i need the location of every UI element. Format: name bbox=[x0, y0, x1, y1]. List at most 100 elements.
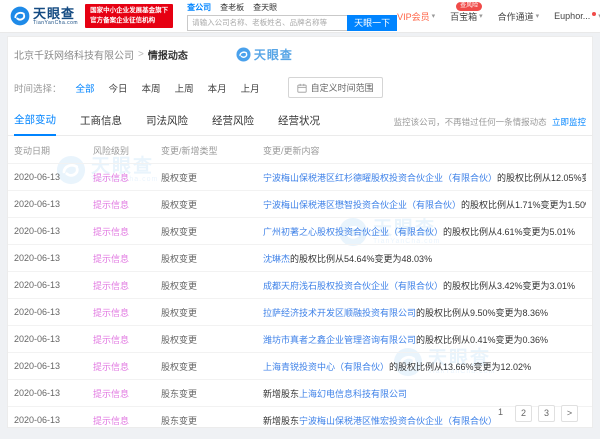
nav-account-label: Euphor... bbox=[554, 11, 590, 21]
time-filter-bar: 时间选择： 全部 今日 本周 上周 本月 上月 自定义时间范围 bbox=[8, 68, 592, 108]
row-date: 2020-06-13 bbox=[14, 199, 93, 209]
search-button[interactable]: 天眼一下 bbox=[347, 15, 397, 31]
filter-option-this-week[interactable]: 本周 bbox=[142, 81, 161, 95]
company-link[interactable]: 宁波梅山保税港区懋智投资合伙企业（有限合伙） bbox=[263, 200, 461, 210]
row-change-content: 成都天府浅石股权投资合伙企业（有限合伙）的股权比例从3.42%变更为3.01% bbox=[263, 279, 586, 292]
content-card: 天眼查TianYanCha.com 天眼查TianYanCha.com 天眼查T… bbox=[7, 36, 593, 428]
time-filter-label: 时间选择： bbox=[14, 81, 62, 95]
company-link[interactable]: 拉萨经济技术开发区顺融投资有限公司 bbox=[263, 308, 416, 318]
row-date: 2020-06-13 bbox=[14, 388, 93, 398]
nav-cooperation-label: 合作通道 bbox=[498, 10, 534, 23]
top-header: 天眼查 TianYanCha.com 国家中小企业发展基金旗下 官方备案企业征信… bbox=[0, 0, 600, 33]
nav-toolbox[interactable]: 查风险 百宝箱 ▾ bbox=[450, 10, 483, 23]
pagination-page-3[interactable]: 3 bbox=[538, 405, 555, 422]
tab-judicial-risk[interactable]: 司法风险 bbox=[146, 109, 188, 135]
table-row: 2020-06-13提示信息股权变更广州初著之心股权投资合伙企业（有限合伙）的股… bbox=[8, 217, 592, 244]
nav-vip-label: VIP会员 bbox=[397, 10, 430, 23]
table-row: 2020-06-13提示信息股权变更宁波梅山保税港区红杉德曜股权投资合伙企业（有… bbox=[8, 163, 592, 190]
search-tab-tianyan[interactable]: 查天眼 bbox=[253, 2, 277, 13]
tab-operation-status[interactable]: 经营状况 bbox=[278, 109, 320, 135]
chevron-down-icon: ▾ bbox=[479, 12, 483, 20]
gov-badge: 国家中小企业发展基金旗下 官方备案企业征信机构 bbox=[85, 4, 173, 28]
company-link[interactable]: 沈琳杰 bbox=[263, 254, 290, 264]
filter-option-this-month[interactable]: 本月 bbox=[208, 81, 227, 95]
row-date: 2020-06-13 bbox=[14, 172, 93, 182]
pagination-page-1[interactable]: 1 bbox=[492, 405, 509, 422]
company-link[interactable]: 上海青锐投资中心（有限合伙） bbox=[263, 362, 389, 372]
company-link[interactable]: 广州初著之心股权投资合伙企业（有限合伙） bbox=[263, 227, 443, 237]
pagination-page-2[interactable]: 2 bbox=[515, 405, 532, 422]
row-change-content: 广州初著之心股权投资合伙企业（有限合伙）的股权比例从4.61%变更为5.01% bbox=[263, 225, 586, 238]
table-row: 2020-06-13提示信息股权变更宁波梅山保税港区懋智投资合伙企业（有限合伙）… bbox=[8, 190, 592, 217]
pagination-next-button[interactable]: > bbox=[561, 405, 578, 422]
row-change-content: 新增股东上海幻电信息科技有限公司 bbox=[263, 387, 586, 400]
row-change-content: 宁波梅山保税港区懋智投资合伙企业（有限合伙）的股权比例从1.71%变更为1.50… bbox=[263, 198, 586, 211]
tab-business-info[interactable]: 工商信息 bbox=[80, 109, 122, 135]
monitor-now-link[interactable]: 立即监控 bbox=[552, 117, 586, 127]
nav-vip-member[interactable]: VIP会员 ▾ bbox=[397, 10, 435, 23]
table-row: 2020-06-13提示信息股权变更沈琳杰的股权比例从54.64%变更为48.0… bbox=[8, 244, 592, 271]
logo-title: 天眼查 bbox=[33, 7, 78, 20]
company-link[interactable]: 成都天府浅石股权投资合伙企业（有限合伙） bbox=[263, 281, 443, 291]
content-suffix: 的股权比例从4.61%变更为5.01% bbox=[443, 227, 575, 237]
row-date: 2020-06-13 bbox=[14, 280, 93, 290]
table-header-row: 变动日期 风险级别 变更/新增类型 变更/更新内容 bbox=[8, 136, 592, 163]
tab-operation-risk[interactable]: 经营风险 bbox=[212, 109, 254, 135]
filter-option-last-month[interactable]: 上月 bbox=[241, 81, 260, 95]
row-change-type: 股权变更 bbox=[161, 306, 263, 319]
col-header-type: 变更/新增类型 bbox=[161, 144, 263, 157]
row-change-type: 股东变更 bbox=[161, 387, 263, 400]
search-input[interactable] bbox=[187, 15, 347, 31]
row-risk-level: 提示信息 bbox=[93, 414, 161, 427]
row-change-content: 宁波梅山保税港区红杉德曜股权投资合伙企业（有限合伙）的股权比例从12.05%变更… bbox=[263, 171, 586, 184]
content-suffix: 的股权比例从9.50%变更为8.36% bbox=[416, 308, 548, 318]
row-risk-level: 提示信息 bbox=[93, 279, 161, 292]
nav-toolbox-label: 百宝箱 bbox=[450, 10, 477, 23]
nav-cooperation[interactable]: 合作通道 ▾ bbox=[498, 10, 540, 23]
chevron-down-icon: ▾ bbox=[536, 12, 540, 20]
row-change-content: 上海青锐投资中心（有限合伙）的股权比例从13.66%变更为12.02% bbox=[263, 360, 586, 373]
monitor-text: 监控该公司，不再错过任何一条情报动态 bbox=[394, 117, 547, 127]
breadcrumb-company-link[interactable]: 北京千跃网络科技有限公司 bbox=[14, 47, 134, 62]
search-tab-boss[interactable]: 查老板 bbox=[220, 2, 244, 13]
company-link[interactable]: 上海幻电信息科技有限公司 bbox=[299, 389, 407, 399]
content-suffix: 的股权比例从13.66%变更为12.02% bbox=[389, 362, 531, 372]
tianyancha-logo-icon bbox=[10, 6, 30, 26]
col-header-content: 变更/更新内容 bbox=[263, 144, 586, 157]
row-change-type: 股权变更 bbox=[161, 252, 263, 265]
logo-subtitle: TianYanCha.com bbox=[33, 21, 78, 26]
table-body: 2020-06-13提示信息股权变更宁波梅山保税港区红杉德曜股权投资合伙企业（有… bbox=[8, 163, 592, 428]
search-tab-company[interactable]: 查公司 bbox=[187, 2, 211, 13]
row-change-content: 沈琳杰的股权比例从54.64%变更为48.03% bbox=[263, 252, 586, 265]
monitor-hint: 监控该公司，不再错过任何一条情报动态 立即监控 bbox=[394, 116, 586, 135]
row-risk-level: 提示信息 bbox=[93, 252, 161, 265]
row-change-type: 股权变更 bbox=[161, 360, 263, 373]
content-suffix: 的股权比例从3.42%变更为3.01% bbox=[443, 281, 575, 291]
row-date: 2020-06-13 bbox=[14, 226, 93, 236]
row-change-content: 潍坊市真者之鑫企业管理咨询有限公司的股权比例从0.41%变更为0.36% bbox=[263, 333, 586, 346]
col-header-date: 变动日期 bbox=[14, 144, 93, 157]
company-link[interactable]: 宁波梅山保税港区惟宏投资合伙企业（有限合伙） bbox=[299, 416, 497, 426]
filter-option-today[interactable]: 今日 bbox=[109, 81, 128, 95]
nav-account[interactable]: Euphor... ▾ bbox=[554, 11, 600, 21]
col-header-risk: 风险级别 bbox=[93, 144, 161, 157]
table-row: 2020-06-13提示信息股权变更上海青锐投资中心（有限合伙）的股权比例从13… bbox=[8, 352, 592, 379]
tianyancha-logo[interactable]: 天眼查 TianYanCha.com bbox=[10, 6, 78, 26]
company-link[interactable]: 宁波梅山保税港区红杉德曜股权投资合伙企业（有限合伙） bbox=[263, 173, 497, 183]
row-risk-level: 提示信息 bbox=[93, 333, 161, 346]
row-date: 2020-06-13 bbox=[14, 415, 93, 425]
custom-range-button[interactable]: 自定义时间范围 bbox=[288, 77, 383, 98]
breadcrumb-separator: > bbox=[138, 49, 144, 60]
filter-option-all[interactable]: 全部 bbox=[76, 81, 95, 95]
company-link[interactable]: 潍坊市真者之鑫企业管理咨询有限公司 bbox=[263, 335, 416, 345]
content-suffix: 的股权比例从1.71%变更为1.50% bbox=[461, 200, 586, 210]
calendar-icon bbox=[297, 83, 307, 93]
chevron-down-icon: ▾ bbox=[432, 12, 436, 20]
inline-watermark-logo: 天眼查 bbox=[236, 46, 293, 63]
row-change-type: 股权变更 bbox=[161, 198, 263, 211]
tianyancha-logo-icon bbox=[236, 47, 251, 62]
filter-option-last-week[interactable]: 上周 bbox=[175, 81, 194, 95]
content-suffix: 的股权比例从54.64%变更为48.03% bbox=[290, 254, 432, 264]
content-prefix: 新增股东 bbox=[263, 416, 299, 426]
tab-all-changes[interactable]: 全部变动 bbox=[14, 108, 56, 136]
